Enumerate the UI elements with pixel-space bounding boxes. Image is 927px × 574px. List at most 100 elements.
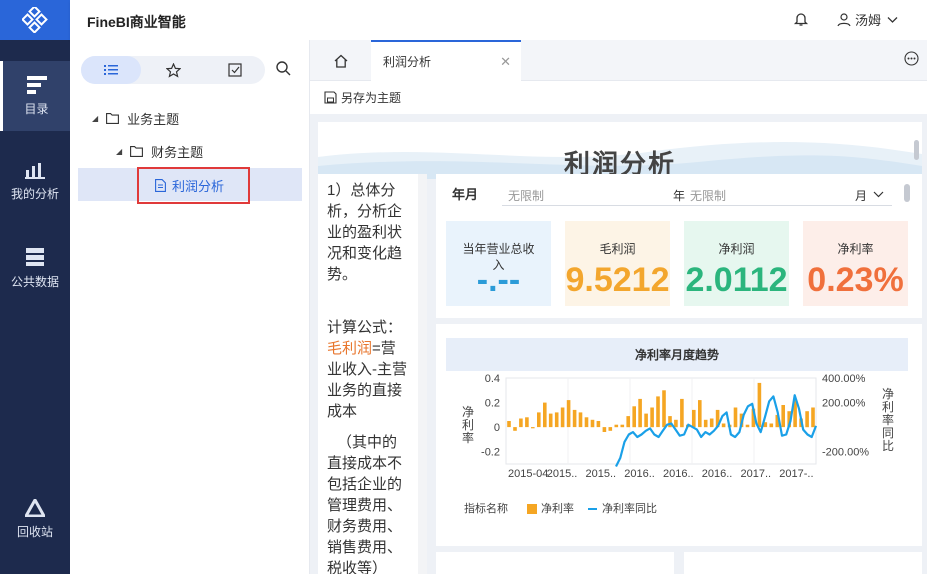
chart-icon (25, 162, 45, 179)
bar-net-margin (584, 417, 589, 428)
nav-my-analysis[interactable]: 我的分析 (0, 146, 70, 216)
bar-net-margin (620, 424, 625, 428)
bar-net-margin (703, 419, 708, 428)
x-tick-label: 2017-.. (779, 468, 813, 480)
x-tick-label: 2015.. (547, 468, 578, 480)
bar-net-margin (662, 390, 666, 428)
bar-net-margin (507, 421, 511, 428)
y-axis-label: 净利率 (462, 405, 474, 445)
folder-icon (130, 146, 144, 157)
bar-net-margin (757, 382, 762, 428)
year-placeholder: 无限制 (690, 189, 727, 203)
bar-net-margin (602, 427, 607, 432)
shared-button[interactable] (205, 56, 265, 84)
save-as-label: 另存为主题 (341, 91, 402, 105)
month-unit: 月 (855, 189, 868, 203)
bar-net-margin (554, 412, 559, 428)
bar-net-margin (578, 412, 583, 428)
y2-tick-label: -200.00% (822, 447, 869, 459)
bar-net-margin (698, 400, 702, 428)
expand-triangle-icon[interactable]: ◢ (116, 147, 122, 156)
app-title: FineBI商业智能 (87, 14, 186, 30)
chart-svg: 0.4 0.2 0 -0.2 400.00% 200.00% -200.00% 2015-04… (462, 373, 894, 515)
kpi-label: 毛利润 (599, 242, 636, 256)
recycle-icon (25, 498, 45, 517)
formula-label: 计算公式： (327, 319, 403, 336)
save-as-topic-button[interactable]: 另存为主题 (324, 89, 401, 106)
kpi-value: 2.0112 (685, 264, 788, 296)
bar-net-margin (614, 424, 619, 428)
folder-icon (106, 113, 120, 124)
bar-net-margin (692, 409, 696, 428)
net-margin-trend-chart: 净利率月度趋势 0.4 0.2 0 -0.2 400.00% 200.00% -200.00… (436, 324, 922, 546)
description-intro: 1）总体分析，分析企业的盈利状况和变化趋势。 (327, 182, 403, 283)
bottom-card-left (436, 552, 674, 574)
tree-item-label: 利润分析 (172, 179, 225, 194)
year-month-filter[interactable]: 无限制 年 无限制 月 (502, 184, 892, 206)
nav-catalog-label: 目录 (24, 101, 49, 116)
favorites-button[interactable] (143, 56, 203, 84)
bar-net-margin (680, 398, 684, 428)
gross-profit-term: 毛利润 (327, 340, 373, 357)
bar-net-margin (668, 416, 672, 428)
more-icon[interactable] (904, 51, 919, 66)
bar-net-margin (626, 416, 630, 428)
user-menu[interactable]: 汤姆 (837, 10, 898, 29)
filter-scrollbar[interactable] (904, 184, 910, 202)
list-view-button[interactable] (81, 56, 141, 84)
chevron-down-icon[interactable] (873, 191, 884, 198)
bar-net-margin (733, 407, 738, 428)
bar-net-margin (590, 419, 595, 428)
line-net-margin-yoy (615, 394, 818, 467)
description-text: 1）总体分析，分析企业的盈利状况和变化趋势。 计算公式： 毛利润=营业收入-主营… (318, 174, 418, 574)
title-banner: 利润分析 (318, 122, 922, 179)
tab-bar: 利润分析 ✕ (310, 40, 927, 81)
nav-public-data[interactable]: 公共数据 (0, 233, 70, 303)
x-tick-label: 2016.. (702, 468, 733, 480)
legend-label: 净利率同比 (602, 501, 657, 515)
kpi-label: 净利率 (837, 242, 874, 256)
dashboard-toolbar: 另存为主题 (310, 81, 927, 114)
search-icon[interactable] (275, 60, 291, 76)
bell-icon[interactable] (793, 11, 809, 27)
y-tick-label: -0.2 (481, 447, 500, 459)
kpi-value: 9.5212 (565, 264, 670, 296)
kpi-card-net-profit: 净利润 2.0112 (684, 221, 789, 306)
nav-recycle[interactable]: 回收站 (0, 484, 70, 554)
tab-label: 利润分析 (383, 55, 432, 69)
nav-my-analysis-label: 我的分析 (10, 186, 59, 201)
close-icon[interactable]: ✕ (500, 54, 511, 70)
expand-triangle-icon[interactable]: ◢ (92, 114, 98, 123)
bar-net-margin (638, 398, 642, 428)
tree-item-profit-analysis[interactable]: 利润分析 (137, 167, 250, 204)
filter-placeholder: 无限制 (508, 189, 545, 203)
y2-axis-label: 净利率同比 (882, 387, 894, 453)
legend-swatch-bar (527, 504, 537, 514)
bar-net-margin (632, 406, 636, 428)
bar-net-margin (531, 427, 535, 429)
tab-profit-analysis[interactable]: 利润分析 ✕ (371, 40, 521, 81)
y2-tick-label: 200.00% (822, 398, 866, 410)
description-scrollbar[interactable] (418, 174, 427, 574)
logo-icon (22, 7, 48, 33)
x-tick-label: 2017.. (741, 468, 772, 480)
bar-net-margin (721, 423, 726, 428)
bar-net-margin (513, 427, 517, 431)
tree-item-finance-topics[interactable]: ◢ 财务主题 (78, 135, 302, 168)
bar-net-margin (596, 421, 601, 428)
home-icon (334, 54, 347, 68)
home-tab[interactable] (310, 40, 371, 81)
kpi-value: -.-- (476, 264, 521, 296)
canvas-scrollbar[interactable] (914, 140, 919, 160)
bar-net-margin (548, 413, 553, 428)
nav-catalog[interactable]: 目录 (0, 61, 70, 131)
x-tick-label: 2015-04 (508, 468, 548, 480)
bar-net-margin (745, 424, 750, 428)
tree-item-business-topics[interactable]: ◢ 业务主题 (78, 102, 302, 135)
kpi-label: 净利润 (718, 242, 755, 256)
bar-net-margin (650, 407, 654, 428)
nav-public-data-label: 公共数据 (10, 274, 59, 289)
logo[interactable] (0, 0, 70, 40)
y-tick-label: 0.4 (485, 373, 500, 385)
document-icon (155, 179, 166, 192)
